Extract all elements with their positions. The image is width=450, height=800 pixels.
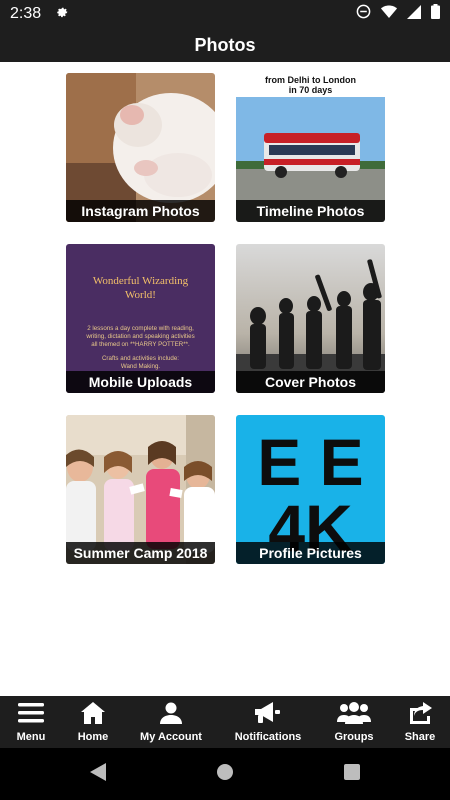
- nav-label: Home: [77, 730, 109, 743]
- gear-icon: [55, 5, 69, 24]
- nav-label: Menu: [16, 730, 46, 743]
- signal-icon: [407, 4, 421, 24]
- page-title: Photos: [194, 34, 256, 55]
- nav-item-notifications[interactable]: Notifications: [218, 696, 318, 748]
- poster-line-2: in 70 days: [289, 85, 333, 95]
- hamburger-icon: [18, 702, 44, 729]
- poster-line-1: from Delhi to London: [265, 75, 356, 85]
- poster-text-2: writing, dictation and speaking activiti…: [85, 333, 194, 340]
- back-icon[interactable]: [90, 762, 106, 786]
- album-label: Timeline Photos: [236, 200, 385, 222]
- poster-text-1: 2 lessons a day complete with reading,: [87, 325, 194, 332]
- user-icon: [160, 702, 182, 729]
- album-label: Profile Pictures: [236, 542, 385, 564]
- status-bar: 2:38: [0, 0, 450, 28]
- nav-item-share[interactable]: Share: [390, 696, 450, 748]
- system-nav: [0, 748, 450, 800]
- status-time: 2:38: [10, 5, 42, 22]
- album-label: Mobile Uploads: [66, 371, 215, 393]
- poster-title-1: Wonderful Wizarding: [93, 275, 189, 287]
- app-bar: Photos: [0, 28, 450, 62]
- nav-label: Notifications: [234, 730, 302, 743]
- battery-icon: [431, 4, 440, 24]
- nav-item-groups[interactable]: Groups: [318, 696, 390, 748]
- home-icon: [81, 701, 105, 729]
- home-circle-icon[interactable]: [216, 763, 234, 786]
- album-summer-camp-2018[interactable]: Summer Camp 2018: [66, 415, 215, 564]
- bottom-nav: Menu Home My Account Notifications Group…: [0, 696, 450, 748]
- logo-row-1: E E: [257, 425, 363, 499]
- nav-label: Groups: [334, 730, 374, 743]
- nav-item-my-account[interactable]: My Account: [124, 696, 218, 748]
- album-cover-photos[interactable]: Cover Photos: [236, 244, 385, 393]
- album-label: Cover Photos: [236, 371, 385, 393]
- nav-label: My Account: [140, 730, 202, 743]
- poster-text-5: Wand Making.: [121, 363, 161, 370]
- album-label: Instagram Photos: [66, 200, 215, 222]
- album-profile-pictures[interactable]: E E 4K Profile Pictures: [236, 415, 385, 564]
- album-mobile-uploads[interactable]: Wonderful Wizarding World! 2 lessons a d…: [66, 244, 215, 393]
- recents-icon[interactable]: [344, 763, 360, 785]
- groups-icon: [337, 701, 371, 729]
- album-label: Summer Camp 2018: [66, 542, 215, 564]
- status-icons: [356, 4, 440, 24]
- wifi-icon: [381, 5, 397, 24]
- do-not-disturb-icon: [356, 4, 371, 24]
- nav-label: Share: [404, 730, 436, 743]
- album-instagram-photos[interactable]: Instagram Photos: [66, 73, 215, 222]
- poster-text-4: Crafts and activities include:: [102, 355, 179, 362]
- share-icon: [408, 701, 432, 729]
- poster-title-2: World!: [125, 289, 156, 301]
- nav-item-menu[interactable]: Menu: [0, 696, 62, 748]
- nav-item-home[interactable]: Home: [62, 696, 124, 748]
- poster-text-3: all themed on **HARRY POTTER**.: [91, 341, 190, 348]
- megaphone-icon: [255, 701, 281, 729]
- album-timeline-photos[interactable]: from Delhi to London in 70 days Timeline…: [236, 73, 385, 222]
